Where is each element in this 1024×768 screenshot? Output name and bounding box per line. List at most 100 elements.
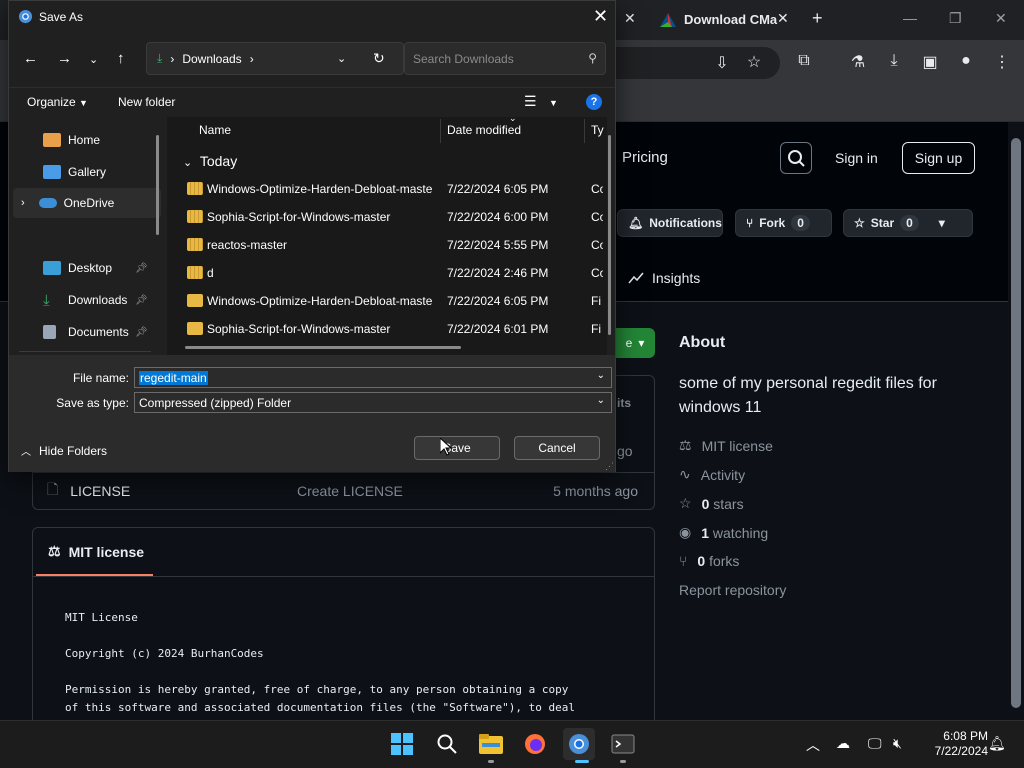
terminal-button[interactable] <box>607 728 639 760</box>
chevron-down-icon[interactable]: ▾ <box>939 216 945 230</box>
bell-icon: 🔔︎ <box>628 216 644 230</box>
commit-message[interactable]: Create LICENSE <box>297 483 403 499</box>
labs-flask-icon[interactable]: ⚗ <box>847 52 869 72</box>
column-separator[interactable] <box>584 119 585 143</box>
nav-item-home[interactable]: Home <box>9 125 157 155</box>
minimize-icon[interactable]: — <box>903 10 917 26</box>
cancel-button[interactable]: Cancel <box>514 436 600 460</box>
firefox-button[interactable] <box>519 728 551 760</box>
close-icon[interactable]: ✕ <box>593 6 608 27</box>
profile-icon[interactable]: ● <box>955 52 977 70</box>
page-scroll-thumb[interactable] <box>1011 138 1021 708</box>
refresh-icon[interactable]: ↻ <box>373 50 385 67</box>
license-tab[interactable]: ⚖ MIT license <box>48 543 144 560</box>
tab-close-icon[interactable]: ✕ <box>777 10 789 27</box>
bookmark-star-icon[interactable]: ☆ <box>743 52 765 72</box>
column-separator[interactable] <box>440 119 441 143</box>
horizontal-scrollbar[interactable] <box>185 346 461 349</box>
star-button[interactable]: ☆ Star 0 ▾ <box>843 209 973 237</box>
install-app-icon[interactable]: ⇩ <box>711 53 733 73</box>
nav-pricing[interactable]: Pricing <box>622 149 668 166</box>
file-row[interactable]: Sophia-Script-for-Windows-master 7/22/20… <box>179 316 609 342</box>
recent-locations-chevron-icon[interactable]: ⌄ <box>89 53 98 66</box>
file-explorer-button[interactable] <box>475 728 507 760</box>
nav-label: OneDrive <box>63 196 115 210</box>
save-as-type-select[interactable]: Compressed (zipped) Folder ⌄ <box>134 392 612 413</box>
report-repository-link[interactable]: Report repository <box>679 582 786 598</box>
sign-in-link[interactable]: Sign in <box>835 150 878 166</box>
onedrive-offline-icon[interactable]: ☁ <box>836 735 850 752</box>
nav-item-desktop[interactable]: Desktop 📌︎ <box>9 253 157 283</box>
organize-button[interactable]: Organize ▼ <box>27 95 88 109</box>
new-folder-button[interactable]: New folder <box>118 95 175 109</box>
notifications-button[interactable]: 🔔︎ Notifications <box>617 209 723 237</box>
address-bar[interactable]: ⤓ › Downloads › ⌄ ↻ <box>146 42 404 75</box>
help-icon[interactable]: ? <box>586 94 602 110</box>
fork-button[interactable]: ⑂ Fork 0 <box>735 209 832 237</box>
commits-link[interactable]: its <box>617 396 631 410</box>
search-input[interactable]: Search Downloads ⚲ <box>404 42 606 75</box>
search-button[interactable] <box>780 142 812 174</box>
about-activity[interactable]: ∿ Activity <box>679 466 745 483</box>
nav-scrollbar[interactable] <box>156 135 159 235</box>
window-close-icon[interactable]: ✕ <box>995 10 1007 27</box>
column-type[interactable]: Ty <box>591 123 604 137</box>
tab-close-icon[interactable]: ✕ <box>624 10 636 27</box>
restore-icon[interactable]: ❐ <box>949 10 962 27</box>
new-tab-button[interactable]: + <box>812 8 823 29</box>
vertical-scrollbar[interactable] <box>608 135 611 335</box>
column-date-modified[interactable]: Date modified <box>447 123 521 137</box>
up-arrow-icon[interactable]: ↑ <box>117 50 125 67</box>
sign-up-button[interactable]: Sign up <box>902 142 975 174</box>
code-button[interactable]: e ▾ <box>615 328 655 358</box>
view-dropdown-chevron-icon[interactable]: ▼ <box>549 98 558 108</box>
forward-arrow-icon[interactable]: → <box>57 50 72 67</box>
taskbar-clock[interactable]: 6:08 PM 7/22/2024 <box>918 729 988 759</box>
group-header-today[interactable]: ⌄ Today <box>183 153 237 169</box>
nav-item-onedrive[interactable]: › OneDrive <box>13 188 161 218</box>
about-forks[interactable]: ⑂ 0 forks <box>679 553 739 569</box>
notification-bell-icon[interactable]: 🔔︎ <box>988 735 1006 752</box>
file-row[interactable]: Sophia-Script-for-Windows-master 7/22/20… <box>179 204 609 230</box>
hide-folders-toggle[interactable]: ︿ Hide Folders <box>21 443 107 459</box>
show-hidden-icons-chevron-icon[interactable]: ︿ <box>806 735 820 755</box>
expand-chevron-icon[interactable]: › <box>21 197 25 209</box>
address-dropdown-chevron-icon[interactable]: ⌄ <box>337 52 346 65</box>
taskbar-search-button[interactable] <box>431 728 463 760</box>
downloads-icon[interactable]: ⤓ <box>883 52 905 70</box>
code-label: e <box>625 336 633 350</box>
about-license[interactable]: ⚖ MIT license <box>679 437 773 454</box>
chrome-button[interactable] <box>563 728 595 760</box>
chevron-down-icon[interactable]: ⌄ <box>597 370 605 381</box>
nav-item-documents[interactable]: Documents 📌︎ <box>9 317 157 347</box>
running-indicator <box>488 760 494 763</box>
view-options-icon[interactable]: ☰ <box>524 93 537 110</box>
save-button[interactable]: Save <box>414 436 500 460</box>
dialog-titlebar[interactable] <box>9 1 615 33</box>
extensions-icon[interactable]: ⧉ <box>793 52 815 70</box>
file-name[interactable]: LICENSE <box>70 483 130 499</box>
file-name-field[interactable]: regedit-main ⌄ <box>134 367 612 388</box>
column-name[interactable]: Name <box>199 123 231 137</box>
nav-item-downloads[interactable]: ⤓ Downloads 📌︎ <box>9 285 157 315</box>
back-arrow-icon[interactable]: ← <box>23 50 38 67</box>
about-stars[interactable]: ☆ 0 stars <box>679 495 744 512</box>
save-as-type-value: Compressed (zipped) Folder <box>139 396 292 410</box>
nav-item-gallery[interactable]: Gallery <box>9 157 157 187</box>
side-panel-icon[interactable]: ▣ <box>919 52 941 72</box>
about-watching[interactable]: ◉ 1 watching <box>679 524 768 541</box>
file-row[interactable]: Windows-Optimize-Harden-Debloat-master 7… <box>179 288 609 314</box>
volume-muted-icon[interactable]: 🔇︎ <box>893 735 902 752</box>
tab-title: Download CMa <box>684 12 778 27</box>
breadcrumb-downloads[interactable]: Downloads <box>182 52 241 66</box>
file-row[interactable]: 🗋︎ LICENSE Create LICENSE 5 months ago <box>33 472 654 509</box>
start-button[interactable] <box>386 728 418 760</box>
browser-tab[interactable]: Download CMa <box>660 12 777 27</box>
resize-grip-icon[interactable]: ⋰ <box>605 461 614 472</box>
file-row[interactable]: Windows-Optimize-Harden-Debloat-master 7… <box>179 176 609 202</box>
tab-insights[interactable]: Insights <box>628 270 700 286</box>
menu-icon[interactable]: ⋮ <box>991 52 1013 72</box>
file-row[interactable]: d 7/22/2024 2:46 PM Co <box>179 260 609 286</box>
network-icon[interactable]: 🖵︎ <box>868 735 882 752</box>
file-row[interactable]: reactos-master 7/22/2024 5:55 PM Co <box>179 232 609 258</box>
